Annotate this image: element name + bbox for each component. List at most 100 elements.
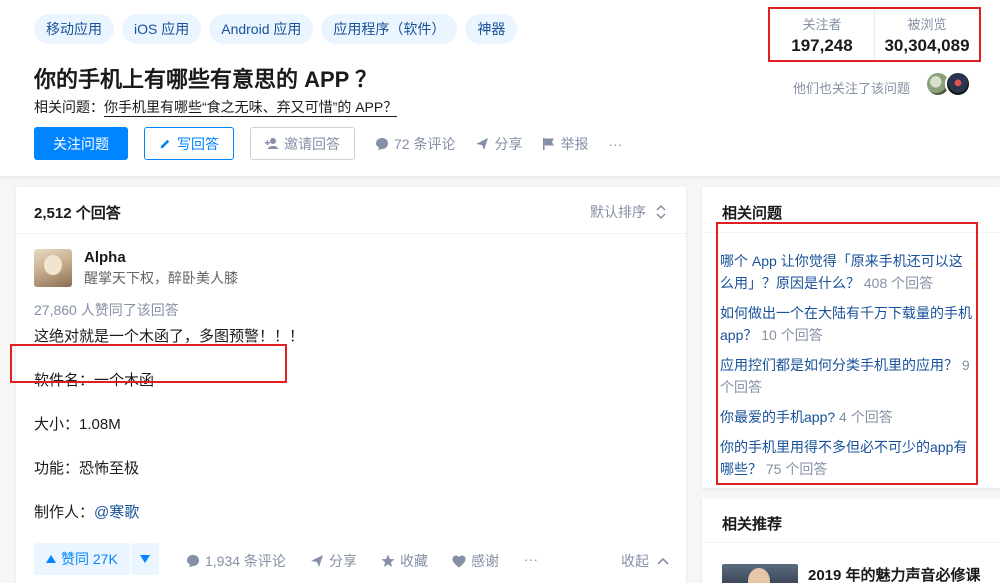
star-icon	[381, 554, 395, 567]
avatar[interactable]	[945, 71, 971, 97]
topic-tag[interactable]: Android 应用	[209, 14, 314, 44]
author-bio: 醒掌天下权，醉卧美人膝	[84, 270, 238, 286]
related-question-text: 你的手机里用得不多但必不可少的app有哪些？	[720, 439, 968, 477]
invite-answer-button[interactable]: 邀请回答	[250, 127, 355, 160]
question-actions: 关注问题 写回答 邀请回答 72 条评论 分享 举报 ···	[34, 127, 622, 160]
views-label: 被浏览	[907, 17, 947, 32]
follow-question-label: 关注问题	[53, 135, 109, 152]
topic-tag[interactable]: 神器	[465, 14, 518, 44]
upvote-button[interactable]: 赞同 27K	[34, 543, 130, 575]
answer-paragraph: 制作人：@寒歌	[34, 501, 304, 525]
followers-count: 197,248	[791, 36, 853, 55]
invite-answer-label: 邀请回答	[284, 135, 340, 152]
comments-label: 72 条评论	[394, 135, 456, 152]
thanks-button[interactable]: 感谢	[452, 551, 499, 571]
also-follow-text: 他们也关注了该问题	[793, 81, 911, 96]
more-label: ···	[608, 135, 623, 152]
share-button[interactable]: 分享	[475, 134, 522, 154]
answer-comments-button[interactable]: 1,934 条评论	[186, 551, 286, 571]
sort-dropdown[interactable]: 默认排序	[590, 202, 666, 222]
report-button[interactable]: 举报	[542, 134, 588, 154]
chevron-up-icon	[657, 557, 669, 565]
comment-icon	[187, 555, 199, 567]
collect-button[interactable]: 收藏	[381, 551, 428, 571]
recommend-title: 相关推荐	[722, 516, 783, 533]
share-icon	[311, 555, 323, 567]
recommend-item-title[interactable]: 2019 年的魅力声音必修课	[808, 564, 981, 583]
more-options-button[interactable]: ···	[608, 136, 622, 152]
voters-count[interactable]: 27,860 人赞同了该回答	[34, 300, 179, 320]
sort-toggle-icon	[656, 205, 666, 219]
question-header: 移动应用 iOS 应用 Android 应用 应用程序（软件） 神器 你的手机上…	[0, 0, 1000, 176]
views-stat: 被浏览 30,304,089	[874, 9, 979, 60]
related-question: 相关问题：你手机里有哪些“食之无味、弃又可惜”的 APP？	[34, 97, 398, 117]
answer-paragraph: 功能：恐怖至极	[34, 460, 140, 477]
related-question-item[interactable]: 如何做出一个在大陆有千万下载量的手机app？ 10 个回答	[720, 302, 972, 346]
followers-stat[interactable]: 关注者 197,248	[770, 9, 874, 60]
topic-tag[interactable]: 应用程序（软件）	[321, 14, 458, 44]
views-count: 30,304,089	[884, 36, 970, 55]
triangle-up-icon	[46, 555, 56, 563]
author-name[interactable]: Alpha	[84, 249, 238, 266]
divider	[702, 542, 1000, 543]
question-stats: 关注者 197,248 被浏览 30,304,089	[768, 7, 981, 62]
vote-highlight-box	[10, 344, 287, 383]
upvote-label: 赞同 27K	[61, 551, 118, 567]
comments-button[interactable]: 72 条评论	[375, 134, 455, 154]
comment-icon	[376, 137, 388, 150]
related-question-count: 10 个回答	[761, 327, 823, 343]
related-question-prefix: 相关问题：	[34, 99, 104, 115]
related-questions-title: 相关问题	[722, 205, 783, 222]
followers-label: 关注者	[802, 17, 842, 32]
flag-icon	[543, 137, 555, 150]
answer-share-label: 分享	[329, 553, 357, 569]
follower-avatars	[925, 71, 971, 97]
related-question-item[interactable]: 哪个 App 让你觉得「原来手机还可以这么用」？原因是什么？ 408 个回答	[720, 250, 972, 294]
related-question-link[interactable]: 你手机里有哪些“食之无味、弃又可惜”的 APP？	[104, 99, 398, 117]
answer-author: Alpha 醒掌天下权，醉卧美人膝	[34, 249, 238, 288]
related-question-item[interactable]: 你最爱的手机app? 4 个回答	[720, 406, 972, 428]
triangle-down-icon	[140, 555, 150, 563]
answer-more-button[interactable]: ···	[524, 551, 538, 567]
downvote-button[interactable]	[131, 543, 159, 575]
recommend-thumbnail[interactable]	[722, 564, 798, 583]
write-answer-button[interactable]: 写回答	[144, 127, 234, 160]
related-question-text: 应用控们都是如何分类手机里的应用？	[720, 357, 958, 373]
heart-icon	[452, 555, 466, 567]
sort-label: 默认排序	[590, 204, 646, 220]
author-info: Alpha 醒掌天下权，醉卧美人膝	[84, 249, 238, 288]
add-user-icon	[265, 138, 278, 149]
thanks-label: 感谢	[471, 553, 499, 569]
answer-count: 2,512 个回答	[34, 205, 121, 222]
related-question-count: 408 个回答	[863, 275, 934, 291]
answers-header: 2,512 个回答 默认排序	[16, 187, 686, 234]
report-label: 举报	[560, 135, 589, 152]
related-question-count: 75 个回答	[765, 461, 828, 477]
collapse-button[interactable]: 收起	[621, 551, 669, 571]
answer-paragraph: 大小：1.08M	[34, 416, 121, 433]
related-question-count: 4 个回答	[839, 409, 893, 425]
share-icon	[476, 137, 489, 150]
related-question-text: 如何做出一个在大陆有千万下载量的手机app？	[720, 305, 972, 343]
answers-card: 2,512 个回答 默认排序 Alpha 醒掌天下权，醉卧美人膝 27,860 …	[16, 187, 686, 583]
recommend-card: 相关推荐 2019 年的魅力声音必修课	[702, 498, 1000, 583]
question-title: 你的手机上有哪些有意思的 APP ？	[34, 67, 378, 92]
pencil-icon	[160, 139, 170, 149]
maker-prefix: 制作人：	[34, 504, 95, 521]
share-label: 分享	[494, 135, 523, 152]
related-question-item[interactable]: 应用控们都是如何分类手机里的应用？ 9 个回答	[720, 354, 972, 398]
follow-question-button[interactable]: 关注问题	[34, 127, 128, 160]
user-mention[interactable]: @寒歌	[94, 504, 139, 521]
collapse-label: 收起	[621, 553, 649, 569]
answer-comments-label: 1,934 条评论	[205, 553, 286, 569]
topic-tag[interactable]: iOS 应用	[122, 14, 202, 44]
collect-label: 收藏	[400, 553, 428, 569]
write-answer-label: 写回答	[177, 135, 219, 152]
topic-tag[interactable]: 移动应用	[34, 14, 114, 44]
related-questions-list: 哪个 App 让你觉得「原来手机还可以这么用」？原因是什么？ 408 个回答 如…	[720, 250, 972, 488]
answer-share-button[interactable]: 分享	[310, 551, 357, 571]
related-question-text: 你最爱的手机app?	[720, 409, 836, 425]
related-question-item[interactable]: 你的手机里用得不多但必不可少的app有哪些？ 75 个回答	[720, 436, 972, 480]
avatar[interactable]	[34, 249, 72, 287]
more-label: ···	[524, 551, 538, 567]
